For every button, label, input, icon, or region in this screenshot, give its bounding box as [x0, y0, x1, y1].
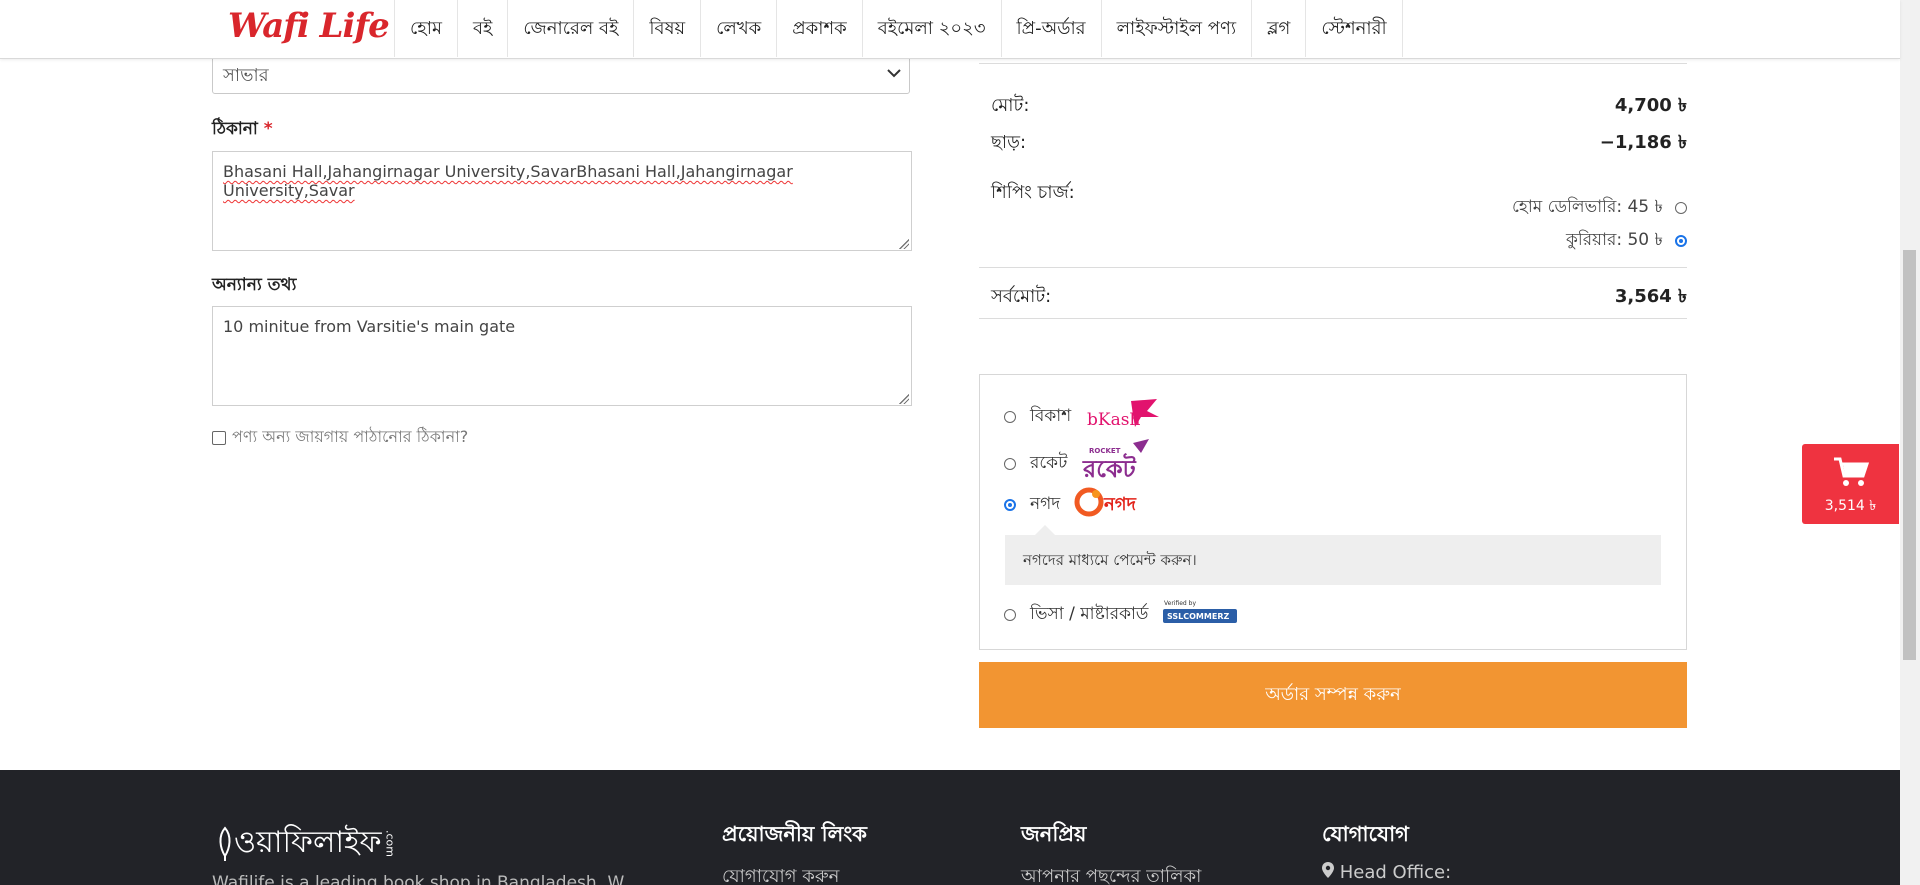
bkash-logo: bKash: [1085, 397, 1161, 436]
nagad-info-box: নগদের মাধ্যমে পেমেন্ট করুন।: [1005, 525, 1661, 585]
footer-description: Wafilife is a leading book shop in Bangl…: [212, 873, 625, 885]
nav-item-general-books[interactable]: জেনারেল বই: [508, 0, 635, 57]
nagad-radio[interactable]: [1004, 498, 1016, 511]
nav-item-home[interactable]: হোম: [395, 0, 458, 57]
shipping-courier-radio[interactable]: [1675, 235, 1687, 247]
chevron-down-icon: [887, 63, 901, 82]
rocket-logo-text: রকেট: [1082, 453, 1137, 483]
top-navbar: Wafi Life হোম বই জেনারেল বই বিষয় লেখক প…: [0, 0, 1900, 59]
footer-link-wishlist[interactable]: আপনার পছন্দের তালিকা: [1021, 862, 1201, 885]
checkout-page: Wafi Life হোম বই জেনারেল বই বিষয় লেখক প…: [0, 0, 1920, 885]
discount-value: −1,186 ৳: [1599, 132, 1687, 153]
resize-handle-icon[interactable]: [899, 394, 909, 404]
discount-row: ছাড়: −1,186 ৳: [991, 128, 1687, 159]
address-value: Bhasani Hall,Jahangirnagar University,Sa…: [223, 162, 793, 200]
nagad-label[interactable]: নগদ: [1030, 491, 1060, 519]
place-order-button[interactable]: অর্ডার সম্পন্ন করুন: [979, 662, 1687, 728]
divider: [979, 318, 1687, 319]
other-info-value: 10 minitue from Varsitie's main gate: [223, 317, 516, 336]
subtotal-value: 4,700 ৳: [1614, 95, 1687, 116]
map-marker-icon: [1322, 862, 1334, 878]
main-menu: হোম বই জেনারেল বই বিষয় লেখক প্রকাশক বইম…: [394, 0, 1403, 57]
payment-option-card[interactable]: ভিসা / মাষ্টারকার্ড Verified by SSLCOMME…: [1004, 599, 1238, 630]
discount-label: ছাড়:: [991, 132, 1027, 153]
shipping-label: শিপিং চার্জ:: [991, 182, 1075, 203]
nav-item-publishers[interactable]: প্রকাশক: [777, 0, 863, 57]
footer-logo-text: ওয়াফিলাইফ: [234, 825, 382, 860]
nagad-logo: নগদ: [1074, 485, 1152, 524]
shipping-option-home-label[interactable]: হোম ডেলিভারি: 45 ৳: [1512, 194, 1663, 222]
feather-pen-icon: [219, 825, 231, 861]
payment-option-rocket[interactable]: রকেট ROCKET রকেট: [1004, 439, 1161, 488]
cart-icon: [1833, 457, 1869, 486]
ship-elsewhere-row[interactable]: পণ্য অন্য জায়গায় পাঠানোর ঠিকানা?: [212, 424, 468, 451]
other-info-label: অন্যান্য তথ্য: [212, 275, 297, 295]
nav-item-blog[interactable]: ব্লগ: [1252, 0, 1307, 57]
footer-logo-suffix: .com: [383, 830, 397, 857]
scrollbar-thumb[interactable]: [1903, 250, 1916, 660]
sslcommerz-logo-text: SSLCOMMERZ: [1167, 612, 1229, 621]
shipping-option-courier-label[interactable]: কুরিয়ার: 50 ৳: [1566, 227, 1663, 255]
divider: [979, 267, 1687, 268]
card-label[interactable]: ভিসা / মাষ্টারকার্ড: [1030, 601, 1148, 629]
resize-handle-icon[interactable]: [899, 239, 909, 249]
grand-total-value: 3,564 ৳: [1614, 286, 1687, 307]
sslcommerz-logo: Verified by SSLCOMMERZ: [1162, 599, 1238, 630]
nav-item-lifestyle[interactable]: লাইফস্টাইল পণ্য: [1102, 0, 1253, 57]
address-label-text: ঠিকানা: [212, 119, 258, 139]
bkash-label[interactable]: বিকাশ: [1030, 403, 1071, 431]
area-select-value: সাভার: [223, 65, 269, 86]
nav-item-book-fair[interactable]: বইমেলা ২০২৩: [863, 0, 1002, 57]
footer-link-contact[interactable]: যোগাযোগ করুন: [722, 862, 839, 885]
site-logo[interactable]: Wafi Life: [228, 6, 390, 46]
footer-contact-title: যোগাযোগ: [1322, 822, 1409, 846]
rocket-logo-small: ROCKET: [1089, 447, 1121, 455]
other-info-textarea[interactable]: 10 minitue from Varsitie's main gate: [212, 306, 912, 406]
page-scrollbar[interactable]: [1900, 0, 1920, 885]
nav-item-subjects[interactable]: বিষয়: [634, 0, 702, 57]
shipping-option-courier[interactable]: কুরিয়ার: 50 ৳: [1566, 227, 1687, 255]
rocket-label[interactable]: রকেট: [1030, 450, 1067, 478]
address-textarea[interactable]: Bhasani Hall,Jahangirnagar University,Sa…: [212, 151, 912, 251]
required-mark: *: [263, 119, 273, 139]
site-footer: ওয়াফিলাইফ .com Wafilife is a leading bo…: [0, 770, 1900, 885]
bkash-logo-text: bKash: [1087, 410, 1140, 430]
payment-option-nagad[interactable]: নগদ নগদ: [1004, 485, 1152, 524]
address-label: ঠিকানা *: [212, 116, 273, 144]
footer-head-office: Head Office:: [1322, 862, 1451, 883]
rocket-logo: ROCKET রকেট: [1081, 439, 1161, 488]
grand-total-row: সর্বমোট: 3,564 ৳: [991, 282, 1687, 313]
subtotal-label: মোট:: [991, 95, 1030, 116]
nav-item-authors[interactable]: লেখক: [701, 0, 778, 57]
grand-total-label: সর্বমোট:: [991, 286, 1052, 307]
subtotal-row: মোট: 4,700 ৳: [991, 91, 1687, 122]
payment-option-bkash[interactable]: বিকাশ bKash: [1004, 397, 1161, 436]
sslcommerz-logo-small: Verified by: [1164, 600, 1196, 607]
nagad-logo-text: নগদ: [1103, 494, 1138, 515]
footer-popular-title: জনপ্রিয়: [1021, 822, 1087, 846]
shipping-option-home[interactable]: হোম ডেলিভারি: 45 ৳: [1512, 194, 1687, 222]
nav-item-pre-order[interactable]: প্রি-অর্ডার: [1002, 0, 1102, 57]
card-radio[interactable]: [1004, 608, 1016, 621]
ship-elsewhere-label[interactable]: পণ্য অন্য জায়গায় পাঠানোর ঠিকানা?: [232, 424, 468, 451]
nav-item-stationery[interactable]: স্টেশনারী: [1306, 0, 1403, 57]
nav-item-books[interactable]: বই: [458, 0, 509, 57]
footer-useful-links-title: প্রয়োজনীয় লিংক: [722, 822, 867, 846]
bkash-radio[interactable]: [1004, 410, 1016, 423]
rocket-radio[interactable]: [1004, 457, 1016, 470]
divider: [979, 63, 1687, 64]
shipping-home-radio[interactable]: [1675, 202, 1687, 214]
footer-logo[interactable]: ওয়াফিলাইফ .com: [216, 818, 397, 869]
cart-amount: 3,514 ৳: [1824, 498, 1877, 514]
footer-head-office-label: Head Office:: [1339, 862, 1452, 883]
ship-elsewhere-checkbox[interactable]: [212, 430, 226, 445]
floating-cart-button[interactable]: 3,514 ৳: [1802, 444, 1899, 524]
payment-methods-box: বিকাশ bKash রকেট ROCKET রকেট নগদ নগদ নগদ…: [979, 374, 1687, 650]
